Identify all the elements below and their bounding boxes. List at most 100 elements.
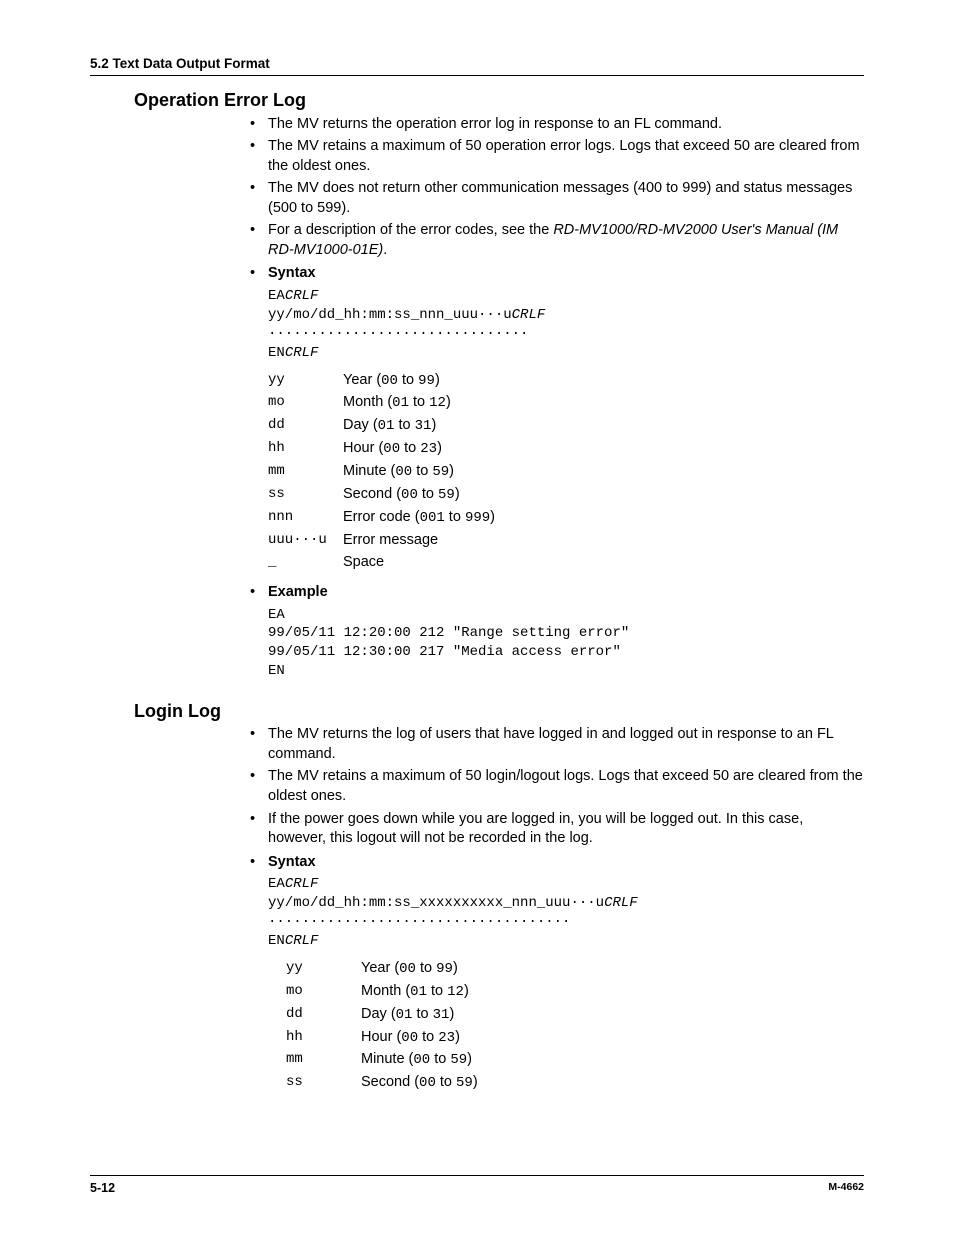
param-desc: Error code (001 to 999) <box>343 508 864 528</box>
param-range-low: 00 <box>381 373 398 389</box>
syntax-dots: ······························· <box>268 325 864 344</box>
param-range-high: 31 <box>433 1007 450 1023</box>
param-close: ) <box>473 1074 478 1090</box>
param-range-low: 00 <box>413 1052 430 1068</box>
param-range-to: to <box>409 394 429 410</box>
running-header: 5.2 Text Data Output Format <box>90 55 864 76</box>
page-number: 5-12 <box>90 1180 115 1197</box>
param-key: _ <box>268 553 343 573</box>
param-desc: Hour (00 to 23) <box>343 439 864 459</box>
param-close: ) <box>453 960 458 976</box>
syntax-token: yy/mo/dd_hh:mm:ss_nnn_uuu···u <box>268 307 512 323</box>
param-close: ) <box>467 1051 472 1067</box>
param-key: dd <box>286 1005 361 1025</box>
param-range-low: 00 <box>401 1030 418 1046</box>
param-range-high: 59 <box>438 487 455 503</box>
syntax-heading-row: • Syntax <box>250 264 864 284</box>
bullet-item: • The MV does not return other communica… <box>250 179 864 218</box>
param-key: uuu···u <box>268 531 343 551</box>
login-log-heading: Login Log <box>134 699 864 723</box>
param-close: ) <box>437 440 442 456</box>
param-range-high: 12 <box>429 395 446 411</box>
param-range-low: 00 <box>419 1075 436 1091</box>
param-close: ) <box>435 372 440 388</box>
crlf-token: CRLF <box>285 876 319 892</box>
param-table: yyYear (00 to 99)moMonth (01 to 12)ddDay… <box>268 371 864 573</box>
param-label: Minute ( <box>343 463 395 479</box>
bullet-marker: • <box>250 767 268 806</box>
bullet-text-prefix: For a description of the error codes, se… <box>268 222 553 238</box>
param-range-low: 00 <box>401 487 418 503</box>
bullet-item: • The MV returns the log of users that h… <box>250 725 864 764</box>
param-range-to: to <box>398 372 418 388</box>
param-row: ssSecond (00 to 59) <box>268 485 864 505</box>
param-table: yyYear (00 to 99)moMonth (01 to 12)ddDay… <box>286 959 864 1093</box>
syntax-token: yy/mo/dd_hh:mm:ss_xxxxxxxxxx_nnn_uuu···u <box>268 895 604 911</box>
crlf-token: CRLF <box>285 933 319 949</box>
param-close: ) <box>464 983 469 999</box>
param-desc: Hour (00 to 23) <box>361 1028 864 1048</box>
syntax-dots: ···································· <box>268 913 864 932</box>
param-range-low: 00 <box>399 961 416 977</box>
syntax-block: EACRLF yy/mo/dd_hh:mm:ss_xxxxxxxxxx_nnn_… <box>268 875 864 951</box>
param-range-high: 59 <box>450 1052 467 1068</box>
param-range-high: 31 <box>415 418 432 434</box>
syntax-heading-row: • Syntax <box>250 853 864 873</box>
bullet-item: • The MV retains a maximum of 50 operati… <box>250 137 864 176</box>
param-range-to: to <box>430 1051 450 1067</box>
param-row: ssSecond (00 to 59) <box>286 1073 864 1093</box>
crlf-token: CRLF <box>285 345 319 361</box>
crlf-token: CRLF <box>604 895 638 911</box>
example-heading-row: • Example <box>250 583 864 603</box>
param-label: Space <box>343 554 384 570</box>
param-label: Error code ( <box>343 509 420 525</box>
param-desc: Error message <box>343 531 864 551</box>
param-label: Year ( <box>361 960 399 976</box>
param-row: uuu···uError message <box>268 531 864 551</box>
param-range-high: 99 <box>436 961 453 977</box>
syntax-label: Syntax <box>268 264 864 284</box>
syntax-token: EA <box>268 288 285 304</box>
example-line: 99/05/11 12:20:00 212 "Range setting err… <box>268 624 864 643</box>
param-key: ss <box>268 485 343 505</box>
bullet-item: • For a description of the error codes, … <box>250 221 864 260</box>
param-key: mo <box>268 393 343 413</box>
bullet-text: For a description of the error codes, se… <box>268 221 864 260</box>
param-close: ) <box>455 486 460 502</box>
bullet-text: The MV retains a maximum of 50 login/log… <box>268 767 864 806</box>
bullet-text: The MV retains a maximum of 50 operation… <box>268 137 864 176</box>
bullet-item: • If the power goes down while you are l… <box>250 810 864 849</box>
param-range-high: 59 <box>456 1075 473 1091</box>
param-range-low: 01 <box>410 984 427 1000</box>
syntax-token: EA <box>268 876 285 892</box>
example-line: EN <box>268 662 864 681</box>
syntax-token: EN <box>268 933 285 949</box>
param-close: ) <box>490 509 495 525</box>
param-close: ) <box>431 417 436 433</box>
param-row: mmMinute (00 to 59) <box>268 462 864 482</box>
param-label: Year ( <box>343 372 381 388</box>
param-range-high: 23 <box>438 1030 455 1046</box>
param-label: Day ( <box>361 1006 396 1022</box>
bullet-text: If the power goes down while you are log… <box>268 810 864 849</box>
syntax-token: EN <box>268 345 285 361</box>
param-desc: Year (00 to 99) <box>343 371 864 391</box>
param-key: mm <box>286 1050 361 1070</box>
param-label: Month ( <box>343 394 392 410</box>
page-footer: 5-12 M-4662 <box>90 1175 864 1197</box>
param-row: hhHour (00 to 23) <box>286 1028 864 1048</box>
param-desc: Day (01 to 31) <box>343 416 864 436</box>
param-key: nnn <box>268 508 343 528</box>
bullet-marker: • <box>250 179 268 218</box>
param-row: hhHour (00 to 23) <box>268 439 864 459</box>
param-range-low: 01 <box>396 1007 413 1023</box>
param-range-low: 00 <box>383 441 400 457</box>
bullet-marker: • <box>250 853 268 873</box>
syntax-block: EACRLF yy/mo/dd_hh:mm:ss_nnn_uuu···uCRLF… <box>268 287 864 363</box>
param-row: nnnError code (001 to 999) <box>268 508 864 528</box>
op-error-log-heading: Operation Error Log <box>134 88 864 112</box>
param-label: Second ( <box>343 486 401 502</box>
param-desc: Minute (00 to 59) <box>361 1050 864 1070</box>
param-desc: Day (01 to 31) <box>361 1005 864 1025</box>
param-desc: Month (01 to 12) <box>343 393 864 413</box>
